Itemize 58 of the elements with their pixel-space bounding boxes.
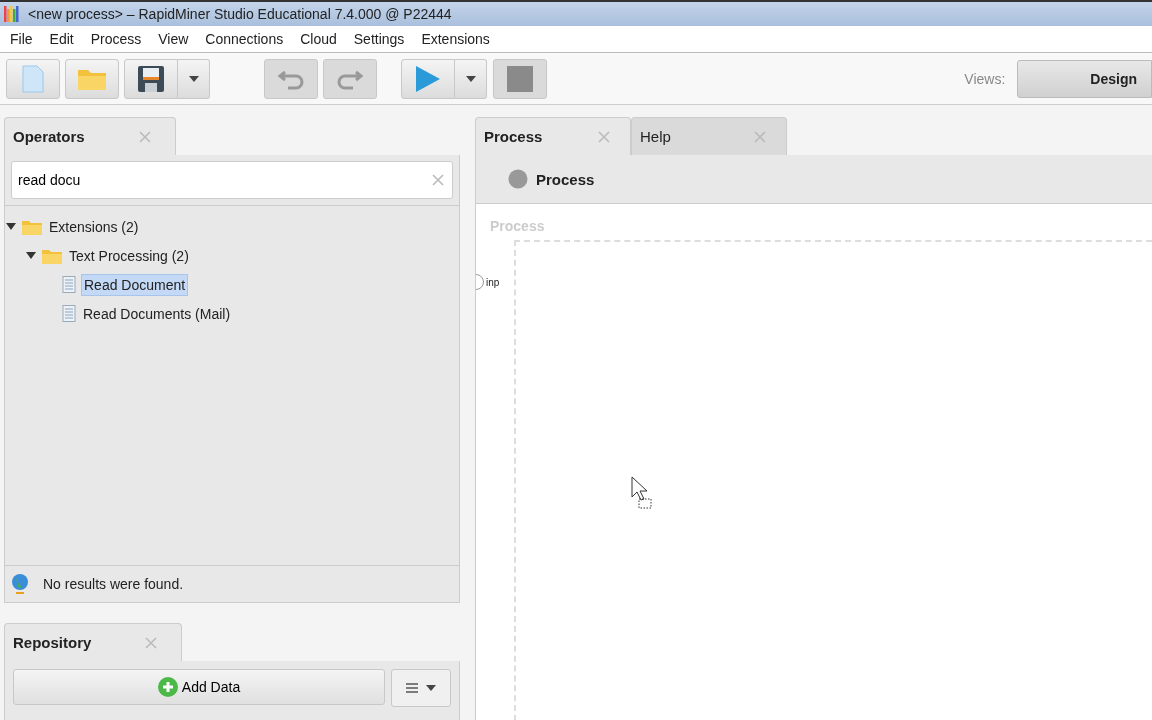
caret-icon [188,75,199,82]
menu-item[interactable]: Process [90,31,142,47]
close-icon[interactable] [598,130,610,143]
window-title: <new process> – RapidMiner Studio Educational 7.4.000 @ P22444 [28,6,452,22]
save-button[interactable] [124,58,178,99]
globe-icon [11,574,29,594]
document-icon [62,276,76,293]
clear-icon[interactable] [432,174,444,186]
caret-icon [465,75,476,82]
mouse-cursor-icon [631,476,653,510]
stop-icon [507,65,533,92]
tree-item[interactable]: Read Documents (Mail) [81,303,233,324]
save-menu-button[interactable] [178,58,210,99]
folder-icon [22,218,42,235]
tree-item[interactable]: Read Document [81,273,189,296]
menu-item[interactable]: View [158,31,189,47]
search-field[interactable]: read docu [11,161,453,199]
run-button[interactable] [401,58,455,99]
undo-button[interactable] [264,58,318,99]
folder-icon [42,247,62,264]
tree-item[interactable]: Text Processing (2) [67,245,191,266]
menu-button[interactable] [391,669,451,707]
panel-tab[interactable]: Operators [4,117,176,155]
open-button[interactable] [65,58,119,99]
view-button[interactable]: Design [1017,59,1152,98]
stop-button[interactable] [493,58,547,99]
menu-item[interactable]: Extensions [421,31,490,47]
close-icon[interactable] [139,130,151,143]
menu-item[interactable]: Edit [49,31,74,47]
play-icon [416,65,440,92]
plus-icon [157,677,178,697]
port-label: inp [486,276,500,288]
redo-button[interactable] [323,58,377,99]
menu-item[interactable]: Cloud [300,31,337,47]
new-file-icon [22,64,44,93]
caret-icon [426,685,436,691]
menu-item[interactable]: Connections [205,31,284,47]
menu-icon [406,683,418,693]
port-icon[interactable] [476,274,484,290]
menu-item[interactable]: Settings [353,31,405,47]
menu-item[interactable]: File [10,31,33,47]
expand-icon[interactable] [26,252,36,259]
panel-tab[interactable]: Repository [4,623,182,661]
run-menu-button[interactable] [455,58,487,99]
status-message: No results were found. [43,576,184,592]
views-label: Views: [964,70,1006,87]
add-data-button[interactable]: Add Data [13,669,385,705]
tree-item[interactable]: Extensions (2) [47,216,141,237]
breadcrumb[interactable]: Process [536,170,595,188]
close-icon[interactable] [145,636,157,649]
process-icon [508,169,528,189]
folder-icon [78,67,106,90]
new-button[interactable] [6,58,60,99]
panel-tab[interactable]: Help [631,117,787,155]
app-logo-icon [4,5,20,23]
panel-tab[interactable]: Process [475,117,631,155]
document-icon [62,305,76,322]
expand-icon[interactable] [6,223,16,230]
